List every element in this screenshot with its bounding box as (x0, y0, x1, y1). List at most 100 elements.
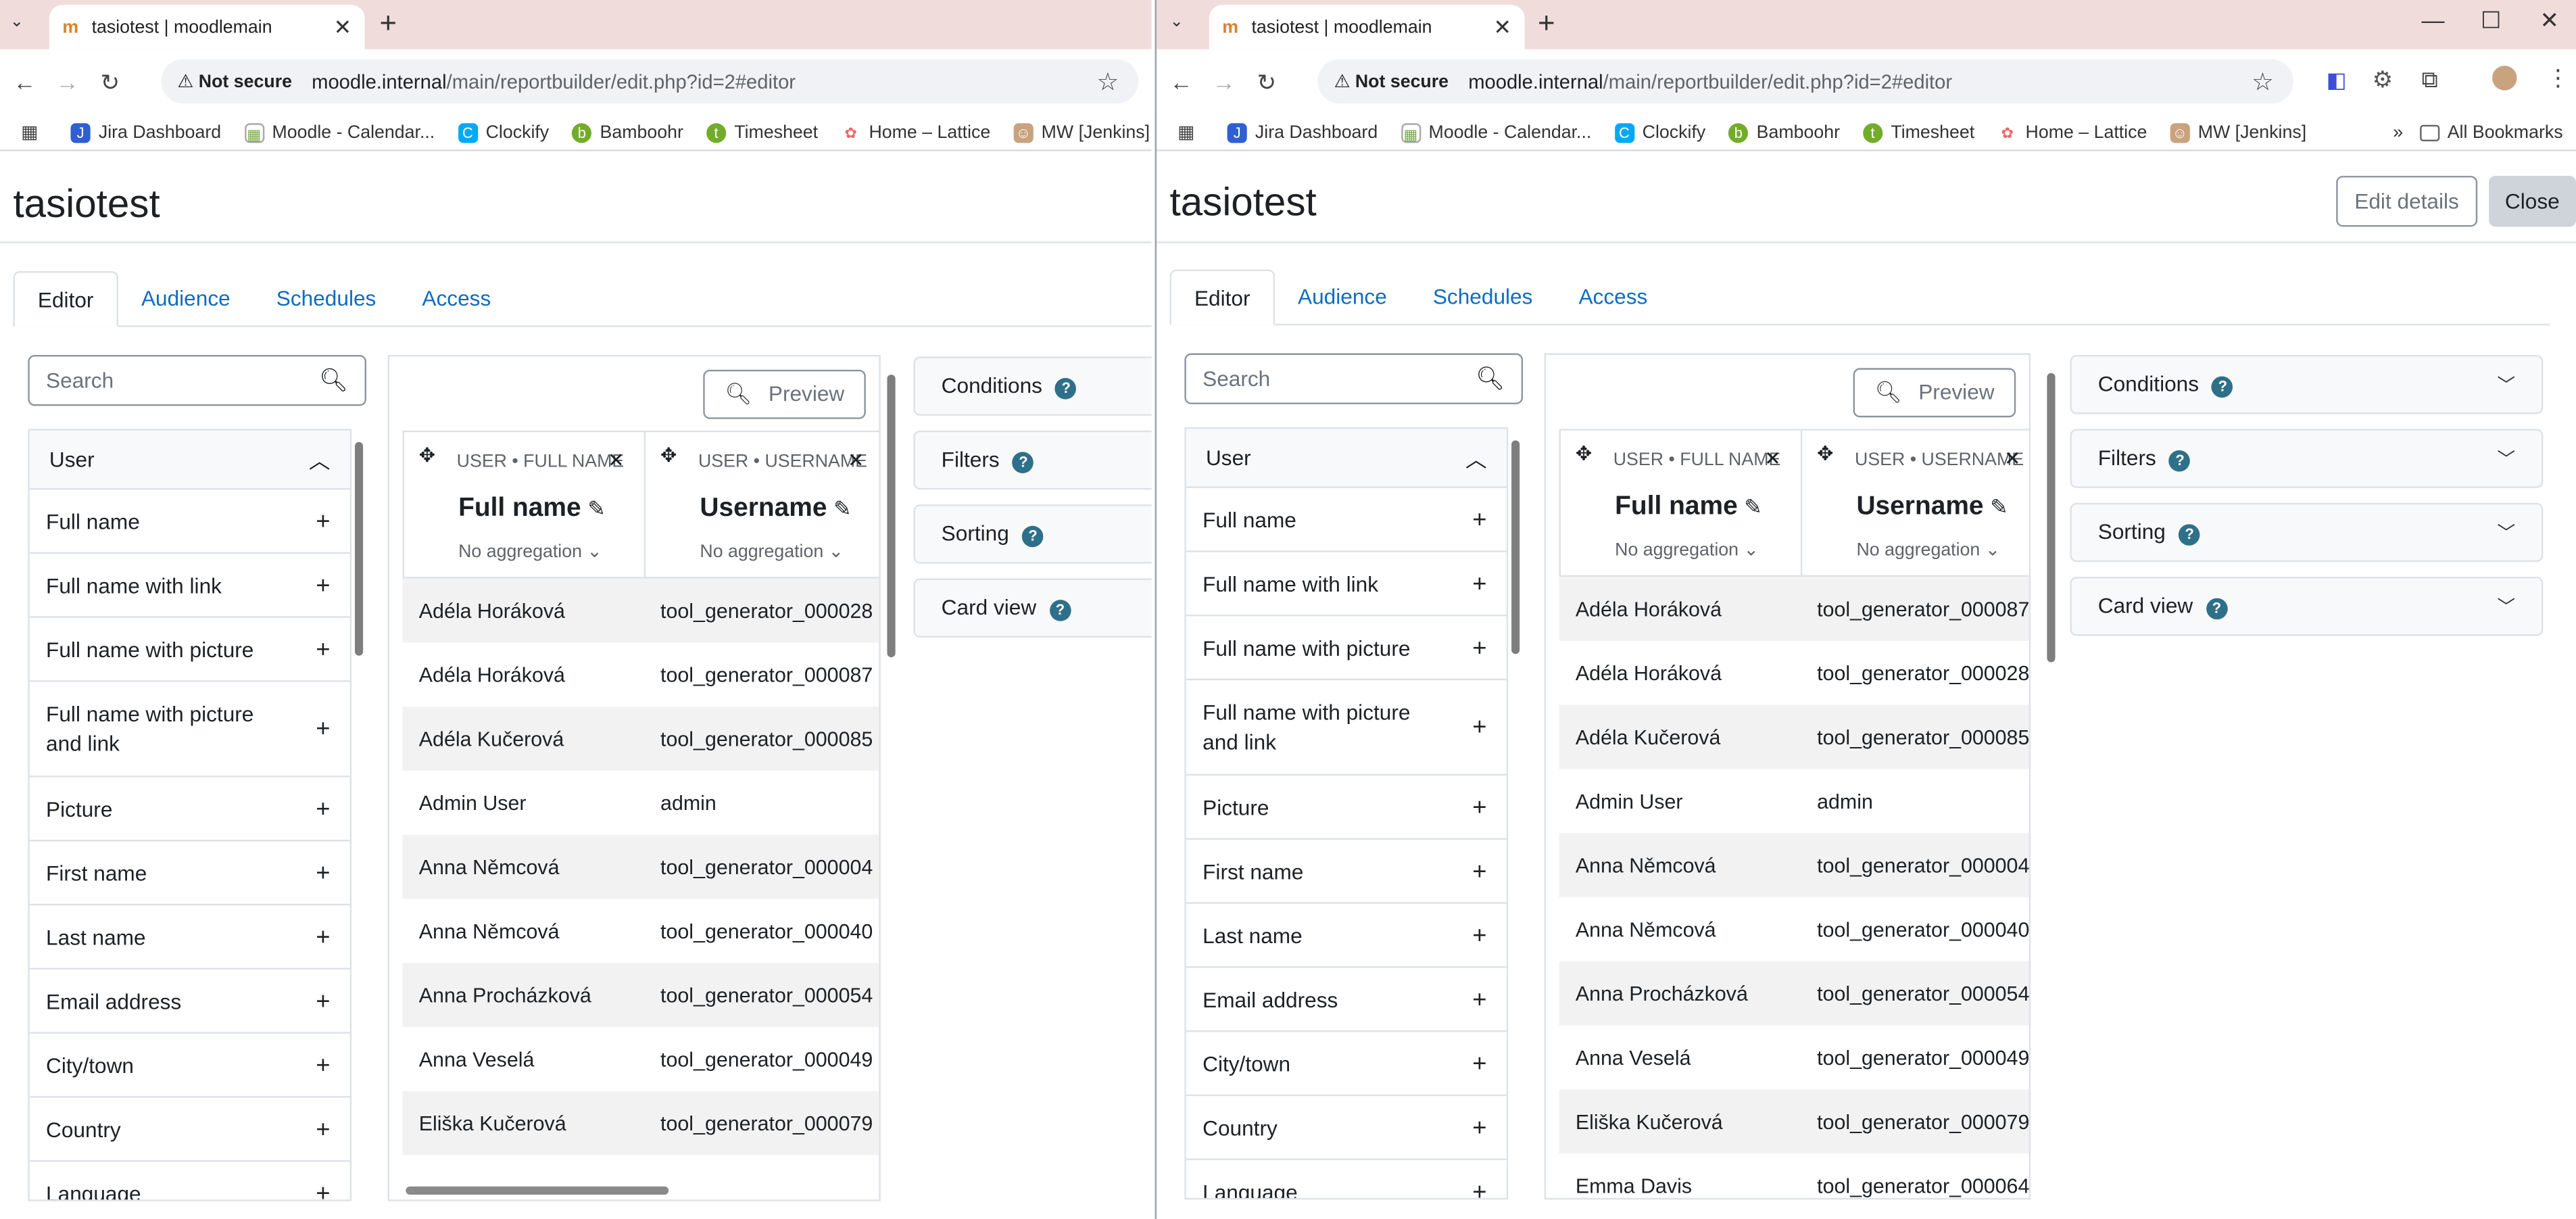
bookmark-jira[interactable]: J Jira Dashboard (1227, 122, 1378, 143)
sidebar-item-full-name-with-picture[interactable]: Full name with picture + (29, 618, 350, 682)
report-scrollbar[interactable] (887, 375, 896, 658)
tab-access[interactable]: Access (1555, 270, 1670, 324)
all-bookmarks[interactable]: All Bookmarks (2419, 122, 2563, 142)
minimize-icon[interactable]: — (2422, 7, 2445, 33)
search-input[interactable]: Search 🔍︎ (28, 354, 367, 406)
profile-avatar-icon[interactable] (2492, 66, 2517, 91)
pencil-icon[interactable]: ✎ (587, 496, 606, 521)
sorting-panel[interactable]: Sorting? ﹀ (2070, 502, 2544, 563)
preview-button[interactable]: 🔍︎ Preview (703, 369, 866, 419)
sidebar-item-email-address[interactable]: Email address + (1186, 968, 1507, 1032)
bookmark-timesheet[interactable]: t Timesheet (1863, 122, 1974, 143)
close-window-icon[interactable]: ✕ (2540, 7, 2560, 34)
bookmark-bamboohr[interactable]: b Bamboohr (572, 122, 683, 143)
not-secure-indicator[interactable]: ⚠ Not secure (177, 71, 291, 92)
not-secure-indicator[interactable]: ⚠ Not secure (1334, 71, 1449, 92)
sidebar-scrollbar[interactable] (354, 441, 364, 656)
address-bar[interactable]: ⚠ Not secure moodle.internal/main/reportb… (161, 59, 1139, 104)
help-icon[interactable]: ? (2212, 376, 2234, 398)
bookmark-clockify[interactable]: C Clockify (1614, 122, 1705, 143)
horizontal-scrollbar[interactable] (406, 1186, 669, 1195)
filters-panel[interactable]: Filters? (913, 430, 1152, 490)
sidebar-group-user[interactable]: User ︿ (1186, 429, 1507, 488)
sidebar-item-first-name[interactable]: First name + (29, 841, 350, 906)
column-title[interactable]: Full name ✎ (1615, 493, 1762, 523)
sidebar-item-city-town[interactable]: City/town + (1186, 1032, 1507, 1097)
more-bookmarks-icon[interactable]: » (2393, 122, 2403, 142)
sidebar-group-user[interactable]: User ︿ (29, 430, 350, 490)
tab-search-icon[interactable]: ⌄ (1170, 13, 1184, 31)
move-icon[interactable]: ✥ (1576, 442, 1592, 465)
address-bar[interactable]: ⚠ Not secure moodle.internal/main/reportb… (1317, 59, 2293, 104)
help-icon[interactable]: ? (2206, 598, 2228, 620)
sidebar-item-city-town[interactable]: City/town + (29, 1034, 350, 1098)
settings-gear-icon[interactable]: ⚙ (2373, 66, 2393, 93)
tab-schedules[interactable]: Schedules (253, 271, 399, 325)
pencil-icon[interactable]: ✎ (1990, 495, 2008, 519)
bookmark-jenkins[interactable]: ☺ MW [Jenkins] (1013, 122, 1150, 143)
tab-editor[interactable]: Editor (13, 271, 118, 327)
help-icon[interactable]: ? (1049, 600, 1071, 621)
sorting-panel[interactable]: Sorting? (913, 504, 1152, 564)
help-icon[interactable]: ? (2169, 450, 2191, 472)
browser-tab[interactable]: m tasiotest | moodlemain ✕ (49, 5, 365, 49)
help-icon[interactable]: ? (1055, 378, 1077, 400)
bookmark-lattice[interactable]: ✿ Home – Lattice (1997, 122, 2147, 143)
edit-details-button[interactable]: Edit details (2336, 176, 2477, 227)
remove-column-icon[interactable]: ✕ (848, 449, 864, 472)
reload-icon[interactable]: ↻ (1248, 68, 1284, 96)
tab-editor[interactable]: Editor (1169, 269, 1275, 326)
sidebar-item-email-address[interactable]: Email address + (29, 970, 350, 1034)
remove-column-icon[interactable]: ✕ (1764, 447, 1780, 470)
column-title[interactable]: Full name ✎ (458, 495, 606, 525)
sidebar-item-last-name[interactable]: Last name + (1186, 904, 1507, 968)
tab-search-icon[interactable]: ⌄ (10, 13, 24, 31)
reload-icon[interactable]: ↻ (92, 68, 128, 96)
back-icon[interactable]: ← (7, 69, 43, 95)
aggregation-select[interactable]: No aggregation ⌄ (1856, 539, 2000, 560)
column-title[interactable]: Username ✎ (700, 495, 851, 525)
close-tab-icon[interactable]: ✕ (1494, 14, 1512, 41)
remove-column-icon[interactable]: ✕ (608, 449, 624, 472)
sidebar-item-language[interactable]: Language + (1186, 1160, 1507, 1197)
browser-menu-icon[interactable]: ⋮ (2546, 64, 2569, 92)
bookmark-lattice[interactable]: ✿ Home – Lattice (841, 122, 990, 143)
bookmark-moodle-calendar[interactable]: ▦ Moodle - Calendar... (244, 122, 435, 143)
move-icon[interactable]: ✥ (1817, 442, 1833, 465)
new-tab-icon[interactable]: + (379, 7, 397, 41)
aggregation-select[interactable]: No aggregation ⌄ (700, 541, 844, 562)
sidebar-item-full-name[interactable]: Full name + (1186, 488, 1507, 552)
sidebar-item-full-name-with-link[interactable]: Full name with link + (29, 554, 350, 618)
pencil-icon[interactable]: ✎ (1744, 495, 1762, 519)
aggregation-select[interactable]: No aggregation ⌄ (1615, 539, 1759, 560)
sidebar-item-country[interactable]: Country + (29, 1098, 350, 1162)
move-icon[interactable]: ✥ (660, 444, 677, 467)
sidebar-item-full-name-with-picture-and-link[interactable]: Full name with picture and link + (29, 682, 350, 778)
bookmark-moodle-calendar[interactable]: ▦ Moodle - Calendar... (1401, 122, 1591, 143)
bookmark-timesheet[interactable]: t Timesheet (706, 122, 818, 143)
tab-schedules[interactable]: Schedules (1410, 270, 1556, 324)
remove-column-icon[interactable]: ✕ (2004, 447, 2020, 470)
new-tab-icon[interactable]: + (1538, 7, 1555, 41)
extension-icon[interactable]: ◧ (2327, 68, 2347, 94)
bookmark-star-icon[interactable]: ☆ (2252, 66, 2274, 96)
sidebar-scrollbar[interactable] (1511, 440, 1520, 654)
search-input[interactable]: Search 🔍︎ (1184, 353, 1524, 404)
forward-icon[interactable]: → (49, 69, 85, 95)
maximize-icon[interactable]: ☐ (2481, 7, 2502, 34)
card-view-panel[interactable]: Card view? (913, 578, 1152, 638)
card-view-panel[interactable]: Card view? ﹀ (2070, 577, 2544, 636)
tab-audience[interactable]: Audience (1275, 270, 1410, 324)
bookmark-bamboohr[interactable]: b Bamboohr (1728, 122, 1840, 143)
help-icon[interactable]: ? (2179, 524, 2200, 546)
back-icon[interactable]: ← (1163, 69, 1199, 95)
bookmark-clockify[interactable]: C Clockify (458, 122, 549, 143)
apps-icon[interactable]: ▦ (20, 122, 47, 143)
bookmark-jenkins[interactable]: ☺ MW [Jenkins] (2170, 122, 2306, 143)
move-icon[interactable]: ✥ (419, 444, 435, 467)
sidebar-item-picture[interactable]: Picture + (1186, 775, 1507, 840)
extensions-puzzle-icon[interactable]: ⧉ (2422, 66, 2438, 93)
sidebar-item-last-name[interactable]: Last name + (29, 905, 350, 970)
close-button[interactable]: Close (2488, 176, 2576, 227)
bookmark-jira[interactable]: J Jira Dashboard (70, 122, 221, 143)
